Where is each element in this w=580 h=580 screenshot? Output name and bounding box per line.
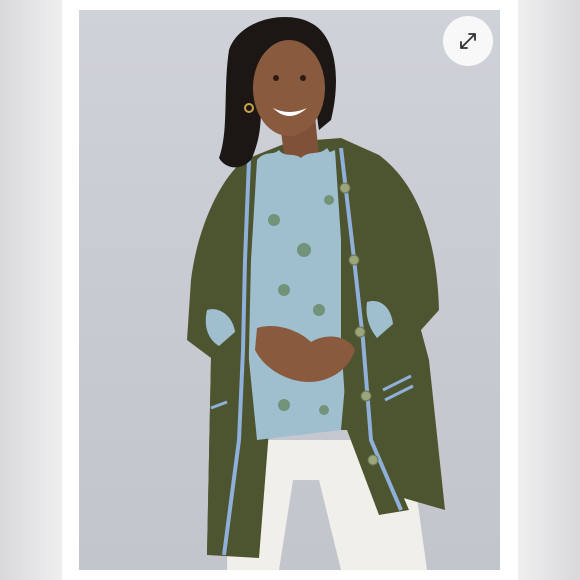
product-photo <box>79 10 500 570</box>
eye-right <box>300 75 306 81</box>
expand-icon <box>460 33 476 49</box>
blouse <box>247 150 349 440</box>
eye-left <box>273 75 279 81</box>
right-gutter <box>518 0 580 580</box>
expand-button[interactable] <box>443 16 493 66</box>
face <box>253 40 325 136</box>
model-illustration <box>187 17 445 570</box>
left-gutter <box>0 0 62 580</box>
